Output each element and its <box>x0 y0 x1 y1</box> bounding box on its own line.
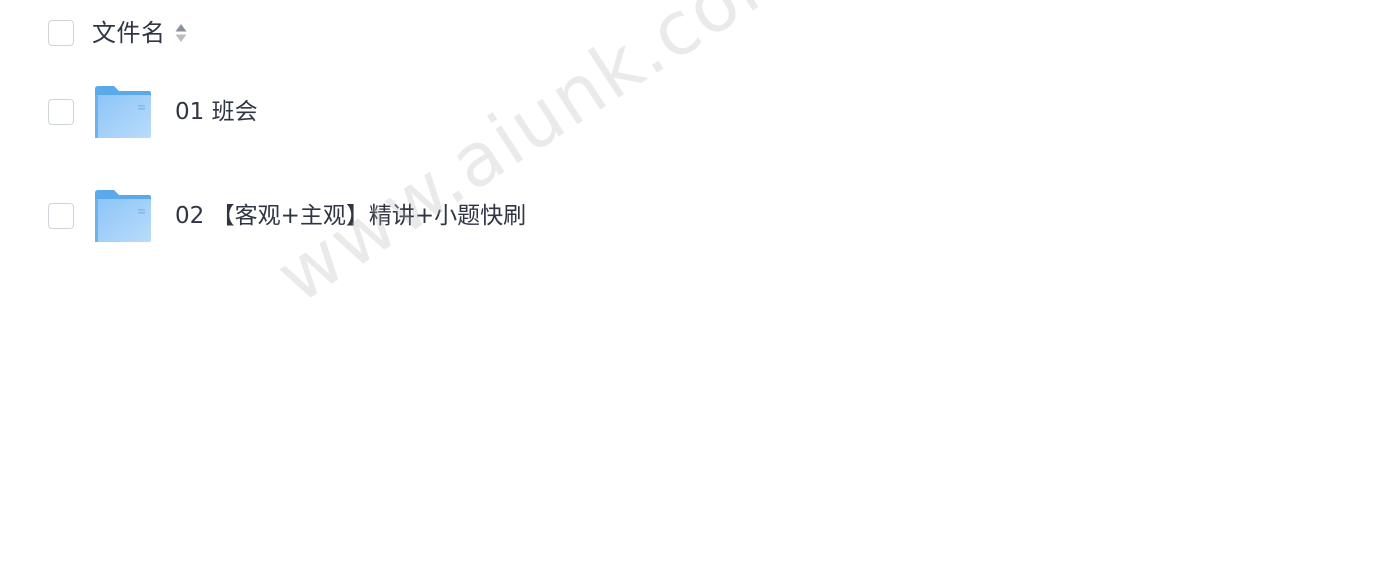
file-row[interactable]: 01 班会 <box>48 82 258 142</box>
file-list-header: 文件名 <box>48 14 187 52</box>
watermark: www.aiunk.com <box>262 0 820 321</box>
file-name[interactable]: 01 班会 <box>175 100 258 124</box>
select-all-checkbox[interactable] <box>48 20 74 46</box>
sort-icon[interactable] <box>175 22 187 44</box>
file-name[interactable]: 02 【客观+主观】精讲+小题快刷 <box>175 204 526 228</box>
folder-icon <box>95 190 151 242</box>
file-row[interactable]: 02 【客观+主观】精讲+小题快刷 <box>48 186 526 246</box>
row-checkbox[interactable] <box>48 203 74 229</box>
filename-column-header[interactable]: 文件名 <box>92 21 166 45</box>
folder-icon <box>95 86 151 138</box>
row-checkbox[interactable] <box>48 99 74 125</box>
